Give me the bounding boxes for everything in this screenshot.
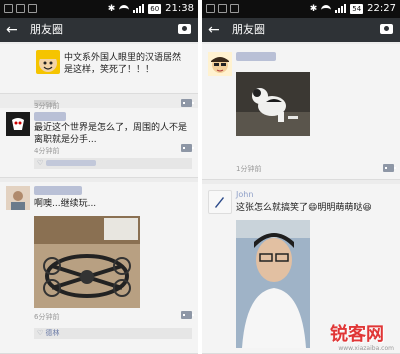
post-time: 3分钟前 [34, 102, 60, 110]
page-title: 朋友圈 [232, 23, 265, 36]
camera-icon[interactable] [178, 24, 191, 34]
heart-icon: ♡ [37, 329, 46, 337]
post-text: 这张怎么就搞笑了😄明明萌萌哒😆 [236, 203, 372, 213]
right-screen: ✱ 54 22:27 ← 朋友圈 1分钟前 John 这张怎么就搞笑了😄明明萌萌… [202, 0, 400, 354]
comment-icon[interactable] [181, 144, 194, 152]
post-time: 4分钟前 [34, 147, 60, 155]
author-name[interactable] [34, 186, 82, 195]
wifi-icon [119, 4, 130, 13]
avatar[interactable] [36, 50, 60, 74]
clock: 21:38 [165, 3, 194, 14]
notification-icon [230, 4, 239, 13]
post-text: 啊噢...继续玩... [34, 199, 97, 209]
likes-bar: ♡ 德林 [34, 328, 192, 339]
post-text: 最近这个世界是怎么了，周围的人不是离职就是分手... [34, 123, 188, 145]
avatar[interactable] [208, 52, 232, 76]
battery-level: 60 [148, 3, 162, 14]
moment-post: 中文系外国人眼里的汉语居然是这样，笑死了！！！ [0, 44, 198, 94]
moment-post: 最近这个世界是怎么了，周围的人不是离职就是分手... 4分钟前 ♡ [0, 108, 198, 178]
status-bar: ✱ 60 21:38 [0, 0, 198, 18]
notification-icon [16, 4, 25, 13]
signal-icon [335, 4, 347, 13]
author-name[interactable] [236, 52, 276, 61]
clock: 22:27 [367, 3, 396, 14]
watermark-text: 锐客网 [330, 324, 384, 345]
post-text: 中文系外国人眼里的汉语居然是这样，笑死了！！！ [64, 53, 182, 75]
title-bar: ← 朋友圈 [0, 18, 198, 42]
moment-post: 啊噢...继续玩... 6分钟前 ♡ 德林 [0, 182, 198, 354]
comment-icon[interactable] [181, 311, 194, 319]
camera-icon[interactable] [380, 24, 393, 34]
moment-post: 1分钟前 [202, 44, 400, 180]
battery-level: 54 [350, 3, 364, 14]
avatar[interactable] [6, 186, 30, 210]
author-name[interactable]: John [236, 190, 253, 199]
status-bar: ✱ 54 22:27 [202, 0, 400, 18]
title-bar: ← 朋友圈 [202, 18, 400, 42]
post-photo[interactable] [236, 72, 310, 136]
heart-icon: ♡ [37, 159, 46, 167]
bluetooth-icon: ✱ [107, 3, 116, 14]
signal-icon [133, 4, 145, 13]
post-photo[interactable] [34, 216, 140, 308]
post-time: 6分钟前 [34, 313, 60, 321]
author-name[interactable] [34, 112, 66, 121]
notification-icon [218, 4, 227, 13]
avatar[interactable] [6, 112, 30, 136]
left-screen: ✱ 60 21:38 ← 朋友圈 中文系外国人眼里的汉语居然是这样，笑死了！！！… [0, 0, 198, 354]
post-photo[interactable] [236, 220, 310, 348]
page-title: 朋友圈 [30, 23, 63, 36]
likes-bar: ♡ [34, 158, 192, 169]
comment-icon[interactable] [181, 99, 194, 107]
wifi-icon [321, 4, 332, 13]
back-arrow-icon[interactable]: ← [6, 21, 18, 39]
bluetooth-icon: ✱ [309, 3, 318, 14]
post-time: 1分钟前 [236, 165, 262, 173]
avatar[interactable] [208, 190, 232, 214]
liker-name[interactable]: 德林 [46, 329, 60, 337]
watermark-url: www.xiazaiba.com [338, 345, 394, 352]
notification-icon [206, 4, 215, 13]
notification-icon [4, 4, 13, 13]
comment-icon[interactable] [383, 164, 396, 172]
notification-icon [28, 4, 37, 13]
back-arrow-icon[interactable]: ← [208, 21, 220, 39]
